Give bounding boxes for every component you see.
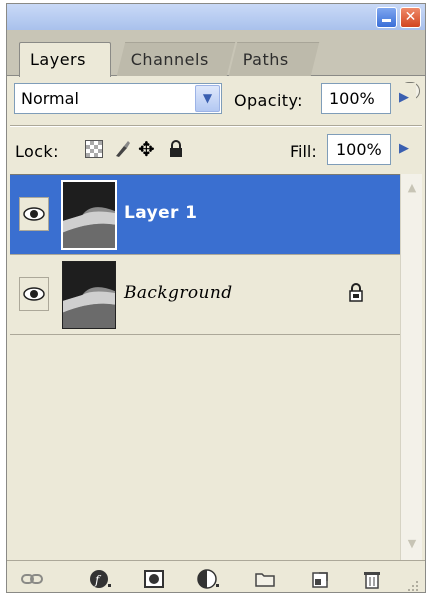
blend-mode-value: Normal xyxy=(21,89,79,108)
layers-scrollbar[interactable]: ▲ ▼ xyxy=(400,174,422,560)
visibility-toggle[interactable] xyxy=(19,197,49,231)
panel-tabs: Channels Paths Layers ▶ xyxy=(7,30,425,100)
adjustment-icon[interactable] xyxy=(197,569,219,589)
opacity-slider-button[interactable]: ▶ xyxy=(392,83,416,114)
blend-row: Normal ▼ Opacity: 100% ▶ xyxy=(7,77,425,121)
group-folder-icon[interactable] xyxy=(254,569,276,589)
lock-row: Lock: ✥ Fill: 100% ▶ xyxy=(7,128,425,172)
layers-list: Layer 1 Background xyxy=(10,174,400,560)
tab-channels[interactable]: Channels xyxy=(116,42,236,76)
fill-input[interactable]: 100% xyxy=(327,134,391,165)
tab-layers[interactable]: Layers xyxy=(19,42,111,77)
close-button[interactable]: ✕ xyxy=(400,7,421,28)
lock-transparent-icon[interactable] xyxy=(85,140,103,158)
chevron-down-icon: ▼ xyxy=(407,537,417,550)
layers-panel: ✕ Channels Paths Layers ▶ Normal ▼ Opaci… xyxy=(6,3,426,593)
fx-icon[interactable]: f xyxy=(89,569,111,589)
lock-all-icon[interactable] xyxy=(167,140,185,158)
blend-mode-select[interactable]: Normal ▼ xyxy=(14,83,222,114)
tab-label: Channels xyxy=(130,50,209,69)
scroll-up-button[interactable]: ▲ xyxy=(403,178,421,198)
visibility-toggle[interactable] xyxy=(19,277,49,311)
mask-icon[interactable] xyxy=(143,569,165,589)
layer-thumbnail xyxy=(62,261,116,329)
layers-footer: f xyxy=(7,560,425,594)
eye-icon xyxy=(23,287,45,301)
lock-icon xyxy=(349,283,363,302)
tab-paths[interactable]: Paths xyxy=(228,42,320,76)
layer-name: Background xyxy=(124,283,233,303)
chevron-right-icon: ▶ xyxy=(399,141,409,156)
opacity-input[interactable]: 100% xyxy=(321,83,391,114)
opacity-label: Opacity: xyxy=(234,91,303,110)
minimize-button[interactable] xyxy=(376,7,397,28)
tab-label: Paths xyxy=(242,50,289,69)
lock-image-icon[interactable] xyxy=(113,140,131,158)
minimize-icon xyxy=(382,19,391,22)
fill-label: Fill: xyxy=(290,142,317,161)
link-icon[interactable] xyxy=(21,569,43,589)
resize-grip-icon[interactable] xyxy=(404,577,420,593)
blend-dropdown-button[interactable]: ▼ xyxy=(195,85,220,112)
layer-name: Layer 1 xyxy=(124,203,198,223)
layer-thumbnail xyxy=(61,180,117,250)
divider xyxy=(10,125,422,127)
scroll-down-button[interactable]: ▼ xyxy=(403,534,421,554)
tab-label: Layers xyxy=(30,50,86,69)
new-layer-icon[interactable] xyxy=(309,569,331,589)
trash-icon[interactable] xyxy=(361,569,383,589)
layer-row-layer-1[interactable]: Layer 1 xyxy=(10,175,400,255)
eye-icon xyxy=(23,207,45,221)
layer-row-background[interactable]: Background xyxy=(10,255,400,335)
fill-slider-button[interactable]: ▶ xyxy=(392,134,416,165)
panel-title-bar[interactable]: ✕ xyxy=(7,4,425,30)
lock-position-icon[interactable]: ✥ xyxy=(138,139,156,159)
chevron-up-icon: ▲ xyxy=(407,181,417,194)
chevron-right-icon: ▶ xyxy=(399,90,409,105)
lock-label: Lock: xyxy=(15,142,59,161)
close-icon: ✕ xyxy=(404,9,417,25)
chevron-down-icon: ▼ xyxy=(202,91,213,105)
